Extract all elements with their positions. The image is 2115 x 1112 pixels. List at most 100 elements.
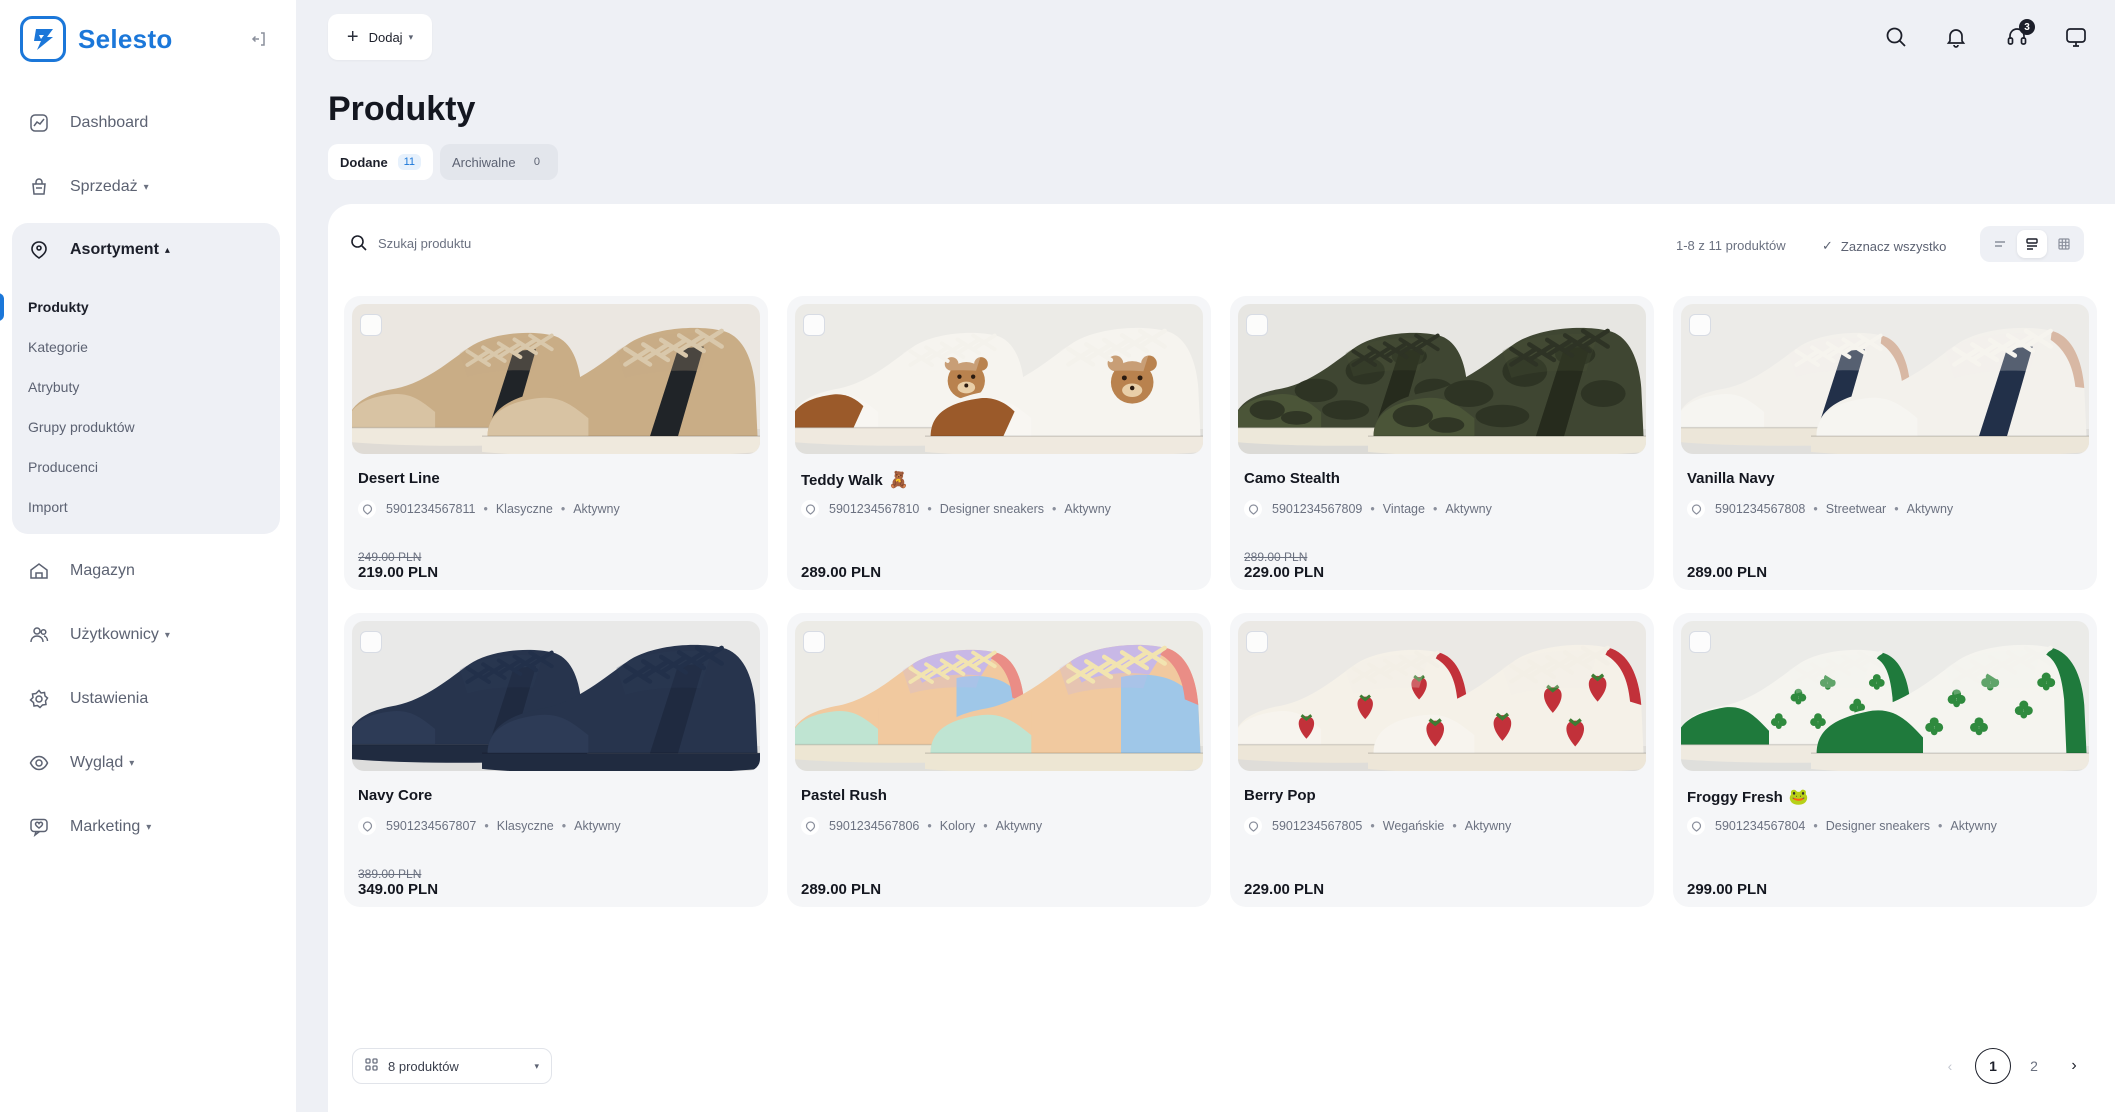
monitor-icon[interactable] bbox=[2063, 24, 2089, 50]
sidebar-item-users[interactable]: Użytkownicy ▾ bbox=[28, 621, 170, 649]
sidebar-item-sales[interactable]: Sprzedaż ▾ bbox=[28, 173, 149, 201]
product-price: 349.00 PLN bbox=[358, 881, 439, 898]
product-name[interactable]: Berry Pop bbox=[1244, 787, 1316, 804]
support-icon[interactable]: 3 bbox=[2004, 19, 2035, 50]
grid-icon bbox=[365, 1058, 378, 1074]
range-text: 1-8 z 11 produktów bbox=[1676, 238, 1786, 253]
product-status: Aktywny bbox=[574, 819, 621, 833]
product-price: 289.00 PLN bbox=[1687, 564, 1768, 581]
product-card[interactable]: Berry Pop 5901234567805 • Wegańskie • Ak… bbox=[1230, 613, 1654, 907]
tag-icon bbox=[1687, 817, 1705, 835]
select-all-button[interactable]: ✓ Zaznacz wszystko bbox=[1822, 238, 1946, 254]
sidebar-item-dashboard[interactable]: Dashboard bbox=[28, 109, 148, 137]
sidebar-subitem-attributes[interactable]: Atrybuty bbox=[28, 379, 79, 395]
list-view-icon[interactable] bbox=[1985, 230, 2015, 258]
product-image[interactable] bbox=[795, 621, 1203, 771]
product-price: 219.00 PLN bbox=[358, 564, 439, 581]
product-category: Designer sneakers bbox=[1825, 819, 1930, 833]
sidebar-item-warehouse[interactable]: Magazyn bbox=[28, 557, 135, 585]
product-card[interactable]: Vanilla Navy 5901234567808 • Streetwear … bbox=[1673, 296, 2097, 590]
product-old-price: 249.00 PLN bbox=[358, 550, 422, 564]
product-name[interactable]: Camo Stealth bbox=[1244, 470, 1340, 487]
product-name[interactable]: Teddy Walk 🧸 bbox=[801, 470, 909, 490]
page-2-button[interactable]: 2 bbox=[2016, 1048, 2052, 1084]
grid-view-icon[interactable] bbox=[2049, 230, 2079, 258]
tab-archived[interactable]: Archiwalne 0 bbox=[440, 144, 558, 180]
collapse-sidebar-icon[interactable] bbox=[248, 28, 270, 50]
product-status: Aktywny bbox=[1950, 819, 1997, 833]
product-card[interactable]: Froggy Fresh 🐸 5901234567804 • Designer … bbox=[1673, 613, 2097, 907]
sidebar-item-appearance[interactable]: Wygląd ▾ bbox=[28, 749, 134, 777]
sidebar-subitem-producers[interactable]: Producenci bbox=[28, 459, 98, 475]
product-card[interactable]: Camo Stealth 5901234567809 • Vintage • A… bbox=[1230, 296, 1654, 590]
chevron-up-icon: ▴ bbox=[164, 244, 170, 256]
users-icon bbox=[28, 624, 50, 646]
product-emoji: 🧸 bbox=[888, 472, 909, 489]
separator-dot: • bbox=[983, 819, 988, 833]
product-name-text: Desert Line bbox=[358, 470, 440, 487]
separator-dot: • bbox=[1051, 502, 1057, 516]
search-icon[interactable] bbox=[1883, 24, 1909, 50]
product-name-text: Pastel Rush bbox=[801, 787, 887, 804]
product-checkbox[interactable] bbox=[1689, 314, 1711, 336]
product-price: 299.00 PLN bbox=[1687, 881, 1768, 898]
page-1-button[interactable]: 1 bbox=[1975, 1048, 2011, 1084]
product-card[interactable]: Teddy Walk 🧸 5901234567810 • Designer sn… bbox=[787, 296, 1211, 590]
add-button[interactable]: + Dodaj ▾ bbox=[328, 14, 432, 60]
per-page-select[interactable]: 8 produktów ▾ bbox=[352, 1048, 552, 1084]
product-checkbox[interactable] bbox=[1689, 631, 1711, 653]
sidebar-subitem-import[interactable]: Import bbox=[28, 499, 68, 515]
product-image[interactable] bbox=[1681, 304, 2089, 454]
product-name[interactable]: Froggy Fresh 🐸 bbox=[1687, 787, 1809, 807]
next-page-button[interactable]: › bbox=[2056, 1048, 2092, 1084]
product-name[interactable]: Vanilla Navy bbox=[1687, 470, 1775, 487]
chevron-down-icon: ▾ bbox=[143, 181, 149, 193]
product-image[interactable] bbox=[352, 304, 760, 454]
product-category: Streetwear bbox=[1825, 502, 1887, 516]
product-image[interactable] bbox=[795, 304, 1203, 454]
product-checkbox[interactable] bbox=[1246, 631, 1268, 653]
product-name[interactable]: Navy Core bbox=[358, 787, 432, 804]
product-image[interactable] bbox=[1238, 621, 1646, 771]
product-checkbox[interactable] bbox=[360, 631, 382, 653]
product-image[interactable] bbox=[1238, 304, 1646, 454]
sidebar-item-settings[interactable]: Ustawienia bbox=[28, 685, 148, 713]
product-card[interactable]: Desert Line 5901234567811 • Klasyczne • … bbox=[344, 296, 768, 590]
sidebar-item-assortment[interactable]: Asortyment ▴ bbox=[28, 239, 170, 261]
tab-added[interactable]: Dodane 11 bbox=[328, 144, 433, 180]
product-status: Aktywny bbox=[1445, 502, 1492, 516]
product-name[interactable]: Desert Line bbox=[358, 470, 440, 487]
sidebar-subitem-product-groups[interactable]: Grupy produktów bbox=[28, 419, 135, 435]
product-checkbox[interactable] bbox=[1246, 314, 1268, 336]
product-checkbox[interactable] bbox=[803, 631, 825, 653]
tab-label: Archiwalne bbox=[452, 154, 516, 170]
search-input[interactable] bbox=[378, 235, 618, 251]
sidebar-item-marketing[interactable]: Marketing ▾ bbox=[28, 813, 151, 841]
tag-icon bbox=[1687, 500, 1705, 518]
prev-page-button[interactable]: ‹ bbox=[1932, 1048, 1968, 1084]
product-card[interactable]: Navy Core 5901234567807 • Klasyczne • Ak… bbox=[344, 613, 768, 907]
brand[interactable]: Selesto bbox=[20, 16, 173, 62]
separator-dot: • bbox=[561, 819, 567, 833]
product-status: Aktywny bbox=[995, 819, 1043, 833]
product-name[interactable]: Pastel Rush bbox=[801, 787, 887, 804]
bell-icon[interactable] bbox=[1943, 24, 1969, 50]
add-button-label: Dodaj bbox=[368, 29, 403, 45]
tag-icon bbox=[801, 500, 819, 518]
product-image[interactable] bbox=[1681, 621, 2089, 771]
product-name-text: Teddy Walk bbox=[801, 471, 883, 489]
sidebar-subitem-categories[interactable]: Kategorie bbox=[28, 339, 88, 355]
notifications-badge: 3 bbox=[2019, 19, 2035, 35]
separator-dot: • bbox=[1370, 819, 1375, 833]
product-card[interactable]: Pastel Rush 5901234567806 • Kolory • Akt… bbox=[787, 613, 1211, 907]
sidebar-item-label: Marketing bbox=[70, 818, 141, 835]
compact-view-icon[interactable] bbox=[2017, 230, 2047, 258]
product-checkbox[interactable] bbox=[360, 314, 382, 336]
sidebar-item-label: Wygląd bbox=[70, 754, 124, 771]
product-checkbox[interactable] bbox=[803, 314, 825, 336]
product-image[interactable] bbox=[352, 621, 760, 771]
tag-icon bbox=[1244, 500, 1262, 518]
sidebar-subitem-products[interactable]: Produkty bbox=[28, 299, 89, 315]
page-title: Produkty bbox=[328, 90, 476, 128]
product-meta: 5901234567807 • Klasyczne • Aktywny bbox=[358, 817, 621, 835]
